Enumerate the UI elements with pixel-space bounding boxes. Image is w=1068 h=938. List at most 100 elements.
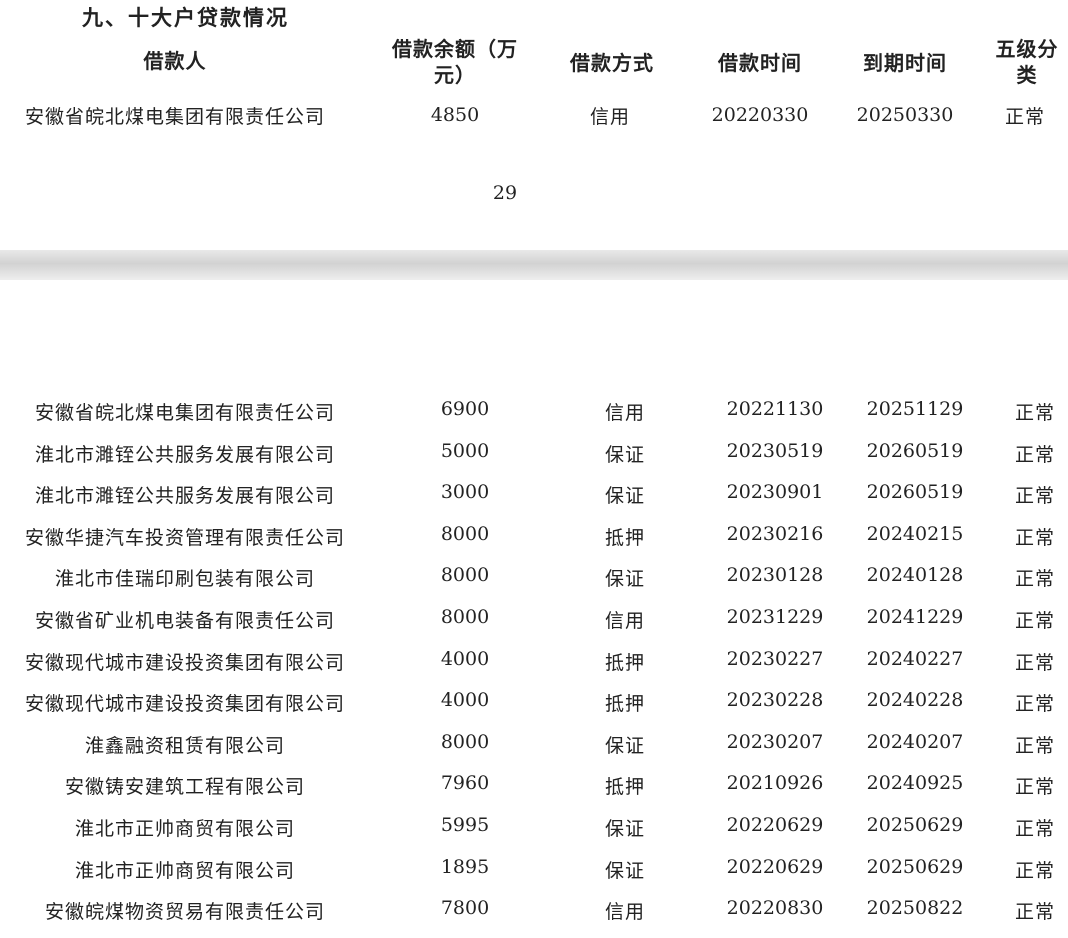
cell-due-date: 20240128	[866, 564, 964, 587]
cell-due-date: 20260519	[866, 481, 964, 504]
cell-classification: 正常	[1014, 443, 1055, 466]
cell-due-date: 20240925	[866, 772, 964, 795]
cell-due-date: 20251129	[866, 398, 964, 420]
cell-borrower: 安徽省矿业机电装备有限责任公司	[34, 610, 335, 632]
first-row-due-date: 20250330	[856, 104, 954, 126]
cell-borrower: 安徽省皖北煤电集团有限责任公司	[34, 402, 335, 424]
table-row: 淮北市正帅商贸有限公司 5995 保证 20220629 20250629 正常	[0, 814, 1068, 844]
table-row: 安徽现代城市建设投资集团有限公司 4000 抵押 20230227 20240227 正常	[0, 648, 1068, 678]
cell-due-date: 20240227	[866, 647, 964, 670]
cell-loan-date: 20230901	[726, 481, 824, 504]
cell-borrower: 淮北市正帅商贸有限公司	[74, 859, 295, 882]
cell-method: 保证	[604, 734, 645, 757]
page-bottom: 安徽省皖北煤电集团有限责任公司 6900 信用 20221130 20251129 正常淮…	[0, 280, 1068, 938]
cell-borrower: 淮北市濉铚公共服务发展有限公司	[34, 443, 335, 466]
table-row: 淮北市佳瑞印刷包装有限公司 8000 保证 20230128 20240128 正常	[0, 564, 1068, 594]
header-due-date: 到期时间	[863, 51, 947, 75]
cell-classification: 正常	[1014, 610, 1055, 632]
cell-balance: 8000	[440, 564, 490, 587]
cell-loan-date: 20231229	[726, 606, 824, 628]
first-row-borrower: 安徽省皖北煤电集团有限责任公司	[24, 106, 325, 128]
cell-loan-date: 20221130	[726, 398, 824, 420]
cell-method: 保证	[604, 568, 645, 591]
cell-loan-date: 20230228	[726, 689, 824, 712]
cell-borrower: 淮北市正帅商贸有限公司	[74, 818, 295, 840]
cell-balance: 8000	[440, 522, 490, 545]
cell-balance: 4000	[440, 689, 490, 712]
cell-loan-date: 20220830	[726, 897, 824, 920]
cell-balance: 3000	[440, 481, 490, 504]
cell-method: 保证	[604, 485, 645, 508]
cell-loan-date: 20220629	[726, 814, 824, 836]
cell-due-date: 20250822	[866, 897, 964, 920]
cell-loan-date: 20230227	[726, 647, 824, 670]
cell-borrower: 安徽现代城市建设投资集团有限公司	[24, 651, 345, 674]
cell-method: 信用	[604, 402, 645, 424]
cell-borrower: 淮鑫融资租赁有限公司	[84, 734, 285, 757]
table-row: 安徽现代城市建设投资集团有限公司 4000 抵押 20230228 20240228 正常	[0, 689, 1068, 719]
table-row: 淮北市正帅商贸有限公司 1895 保证 20220629 20250629 正常	[0, 856, 1068, 886]
cell-method: 抵押	[604, 651, 645, 674]
cell-loan-date: 20220629	[726, 855, 824, 878]
cell-method: 抵押	[604, 526, 645, 549]
header-method: 借款方式	[570, 51, 654, 75]
table-row: 淮北市濉铚公共服务发展有限公司 5000 保证 20230519 20260519 正常	[0, 440, 1068, 470]
cell-method: 信用	[604, 610, 645, 632]
cell-due-date: 20240228	[866, 689, 964, 712]
first-row-method: 信用	[589, 106, 630, 128]
header-borrower: 借款人	[143, 49, 207, 73]
cell-loan-date: 20210926	[726, 772, 824, 795]
cell-classification: 正常	[1014, 901, 1055, 924]
first-row-loan-date: 20220330	[711, 104, 809, 126]
first-row-classification: 正常	[1004, 106, 1045, 128]
cell-loan-date: 20230207	[726, 730, 824, 753]
cell-classification: 正常	[1014, 485, 1055, 508]
cell-borrower: 安徽皖煤物资贸易有限责任公司	[44, 901, 325, 924]
cell-borrower: 安徽铸安建筑工程有限公司	[64, 776, 305, 799]
cell-classification: 正常	[1014, 402, 1055, 424]
cell-balance: 7800	[440, 897, 490, 920]
cell-due-date: 20250629	[866, 855, 964, 878]
cell-loan-date: 20230519	[726, 439, 824, 462]
section-title: 九、十大户贷款情况	[82, 5, 289, 30]
page-number: 29	[492, 182, 518, 204]
cell-due-date: 20240215	[866, 522, 964, 545]
page-break-divider	[0, 250, 1068, 280]
cell-due-date: 20241229	[866, 606, 964, 628]
cell-method: 保证	[604, 859, 645, 882]
cell-method: 抵押	[604, 693, 645, 716]
cell-loan-date: 20230216	[726, 522, 824, 545]
table-row: 安徽省矿业机电装备有限责任公司 8000 信用 20231229 20241229 正常	[0, 606, 1068, 636]
cell-borrower: 安徽华捷汽车投资管理有限责任公司	[24, 526, 345, 549]
cell-method: 保证	[604, 443, 645, 466]
cell-classification: 正常	[1014, 568, 1055, 591]
cell-borrower: 淮北市濉铚公共服务发展有限公司	[34, 485, 335, 508]
cell-classification: 正常	[1014, 526, 1055, 549]
first-row-balance: 4850	[430, 104, 480, 126]
header-loan-date: 借款时间	[718, 51, 802, 75]
header-classification: 五级分类	[995, 37, 1059, 87]
cell-method: 抵押	[604, 776, 645, 799]
cell-due-date: 20250629	[866, 814, 964, 836]
cell-balance: 6900	[440, 398, 490, 420]
cell-balance: 5000	[440, 439, 490, 462]
cell-due-date: 20240207	[866, 730, 964, 753]
page-top: 九、十大户贷款情况 借款人 借款余额（万元） 借款方式 借款时间 到期时间 五级…	[0, 0, 1068, 250]
header-balance: 借款余额（万元）	[392, 37, 518, 87]
cell-balance: 8000	[440, 730, 490, 753]
table-row: 安徽华捷汽车投资管理有限责任公司 8000 抵押 20230216 20240215 正常	[0, 523, 1068, 553]
cell-borrower: 淮北市佳瑞印刷包装有限公司	[54, 568, 315, 591]
cell-classification: 正常	[1014, 859, 1055, 882]
cell-balance: 8000	[440, 606, 490, 628]
cell-classification: 正常	[1014, 651, 1055, 674]
table-row: 淮北市濉铚公共服务发展有限公司 3000 保证 20230901 20260519 正常	[0, 481, 1068, 511]
cell-method: 信用	[604, 901, 645, 924]
table-row: 安徽皖煤物资贸易有限责任公司 7800 信用 20220830 20250822 正常	[0, 897, 1068, 927]
cell-balance: 5995	[440, 814, 490, 836]
table-row: 安徽铸安建筑工程有限公司 7960 抵押 20210926 20240925 正常	[0, 772, 1068, 802]
table-row: 安徽省皖北煤电集团有限责任公司 6900 信用 20221130 20251129 正常	[0, 398, 1068, 428]
cell-classification: 正常	[1014, 734, 1055, 757]
cell-classification: 正常	[1014, 693, 1055, 716]
cell-due-date: 20260519	[866, 439, 964, 462]
cell-balance: 1895	[440, 855, 490, 878]
